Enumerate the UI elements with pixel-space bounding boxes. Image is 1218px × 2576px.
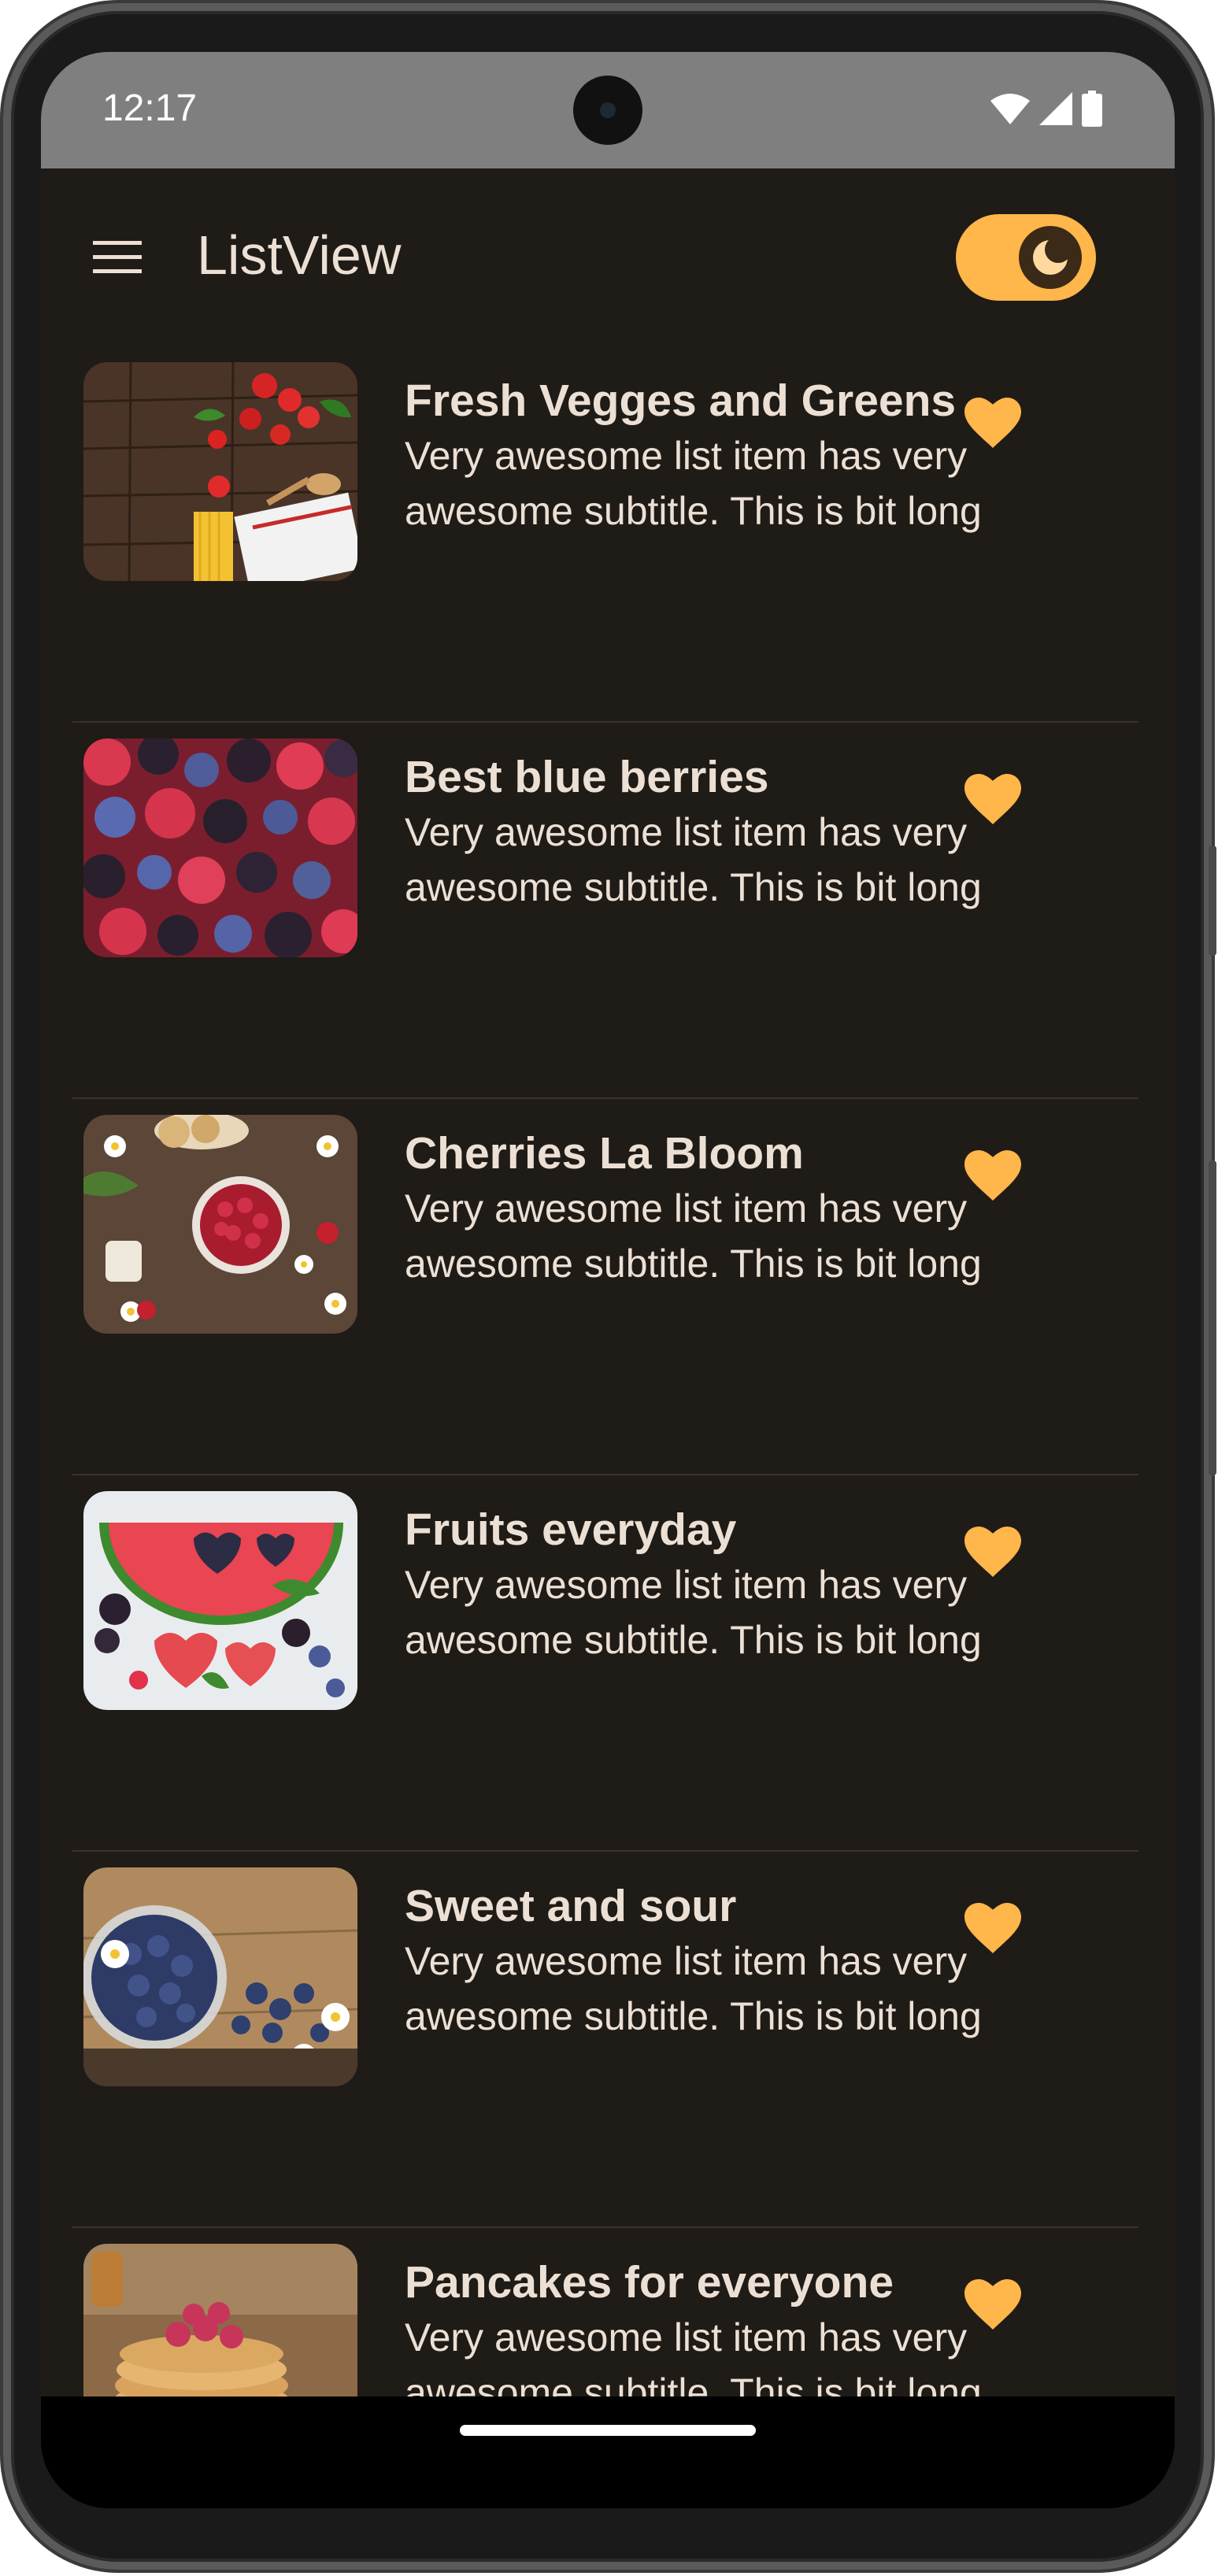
item-title: Best blue berries — [405, 752, 769, 802]
item-subtitle: Very awesome list item has very awesome … — [405, 810, 982, 909]
page-title: ListView — [197, 224, 402, 286]
item-title: Cherries La Bloom — [405, 1128, 804, 1179]
heart-icon — [964, 2279, 1021, 2330]
status-icons — [990, 90, 1102, 128]
list-item[interactable]: Cherries La Bloom Very awesome list item… — [41, 1099, 1175, 1475]
heart-icon — [964, 398, 1021, 448]
moon-icon — [1033, 237, 1071, 275]
item-title: Sweet and sour — [405, 1881, 737, 1931]
raspberries-bowl-photo — [83, 1115, 357, 1334]
berries-photo — [83, 738, 357, 957]
screen: 12:17 ListView Fresh Vegges and Greens V… — [41, 52, 1175, 2508]
list-item[interactable]: Fresh Vegges and Greens Very awesome lis… — [41, 346, 1175, 723]
status-time: 12:17 — [102, 87, 198, 129]
status-bar: 12:17 — [41, 52, 1175, 168]
app-bar: ListView — [41, 168, 1175, 346]
favorite-button[interactable] — [950, 1508, 1036, 1595]
navigation-bar — [41, 2396, 1175, 2508]
power-button — [1209, 1160, 1216, 1475]
item-subtitle: Very awesome list item has very awesome … — [405, 434, 982, 533]
vegetables-photo — [83, 362, 357, 581]
wifi-icon — [990, 94, 1030, 124]
list-item[interactable]: Sweet and sour Very awesome list item ha… — [41, 1852, 1175, 2228]
list-item[interactable]: Fruits everyday Very awesome list item h… — [41, 1475, 1175, 1852]
watermelon-hearts-photo — [83, 1491, 357, 1710]
volume-button — [1209, 846, 1216, 956]
blueberries-bowl-photo — [83, 1867, 357, 2086]
item-subtitle: Very awesome list item has very awesome … — [405, 1563, 982, 1662]
item-title: Fruits everyday — [405, 1505, 737, 1555]
list-item[interactable]: Best blue berries Very awesome list item… — [41, 723, 1175, 1099]
item-title: Fresh Vegges and Greens — [405, 376, 957, 426]
heart-icon — [964, 1150, 1021, 1201]
toggle-thumb — [1019, 226, 1082, 289]
favorite-button[interactable] — [950, 379, 1036, 466]
dark-mode-toggle[interactable] — [956, 214, 1096, 301]
home-indicator[interactable] — [460, 2425, 756, 2436]
favorite-button[interactable] — [950, 1132, 1036, 1219]
list-view: Fresh Vegges and Greens Very awesome lis… — [41, 346, 1175, 2508]
favorite-button[interactable] — [950, 756, 1036, 842]
front-camera — [573, 76, 642, 145]
item-subtitle: Very awesome list item has very awesome … — [405, 1186, 982, 1286]
heart-icon — [964, 1527, 1021, 1577]
hamburger-menu-icon — [93, 241, 142, 273]
item-title: Pancakes for everyone — [405, 2257, 894, 2308]
cellular-signal-icon — [1039, 92, 1072, 125]
favorite-button[interactable] — [950, 2261, 1036, 2348]
heart-icon — [964, 1903, 1021, 1953]
favorite-button[interactable] — [950, 1885, 1036, 1971]
item-subtitle: Very awesome list item has very awesome … — [405, 1939, 982, 2038]
heart-icon — [964, 774, 1021, 824]
menu-button[interactable] — [72, 213, 162, 302]
battery-icon — [1082, 91, 1102, 127]
phone-frame: 12:17 ListView Fresh Vegges and Greens V… — [0, 0, 1216, 2573]
